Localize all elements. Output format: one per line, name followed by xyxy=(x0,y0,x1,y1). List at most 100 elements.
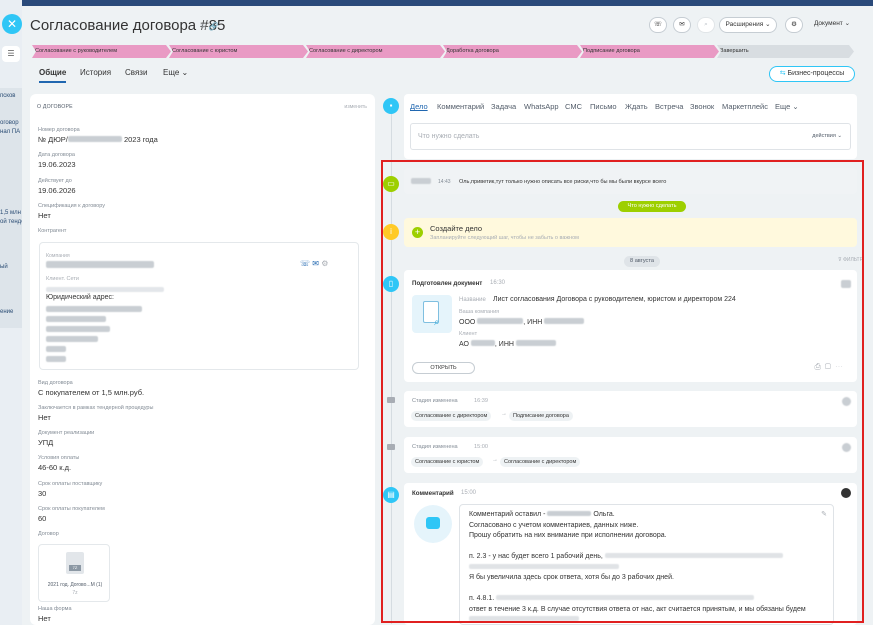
client-label: Клиент. Сети xyxy=(46,276,79,282)
edit-title-icon[interactable]: ✎ 🔗 xyxy=(200,22,219,31)
field-value: С покупателем от 1,5 млн.руб. xyxy=(38,388,145,397)
todo-input[interactable]: Что нужно сделать действия ⌄ xyxy=(410,123,851,150)
background-text: нал ПА xyxy=(0,129,21,135)
attached-file[interactable]: 7Z 2021 год. Догово...М (1) 7z xyxy=(38,544,110,602)
background-text: оговор xyxy=(0,120,19,126)
about-contract-panel: О ДОГОВОРЕ изменить Номер договора № ДЮР… xyxy=(30,94,375,625)
timeline-comment: Комментарий 15:00 ✎ Комментарий оставил … xyxy=(404,483,857,625)
stage-3[interactable]: Согласование с директором xyxy=(306,45,445,58)
editor-tab[interactable]: Еще ⌄ xyxy=(775,102,799,111)
background-text xyxy=(0,155,22,164)
company-inn: , ИНН xyxy=(523,319,545,326)
more-icon[interactable]: ⋯ xyxy=(835,362,847,371)
editor-tab[interactable]: Письмо xyxy=(590,102,617,111)
document-label: Документ xyxy=(813,20,843,27)
header: Согласование договора #85 ✎ 🔗 ☏ ✉ ⌕ Расш… xyxy=(22,6,873,46)
extensions-button[interactable]: Расширения ⌄ xyxy=(719,17,777,33)
call-button[interactable]: ☏ xyxy=(649,17,667,33)
create-task-card[interactable]: + Создайте дело Запланируйте следующий ш… xyxy=(404,218,857,247)
tab-more[interactable]: Еще ⌄ xyxy=(163,68,188,77)
chevron-down-icon: ⌄ xyxy=(181,68,189,77)
document-button[interactable]: Документ ⌄ xyxy=(810,17,854,33)
background-text: ой тенде xyxy=(0,219,22,225)
field-label: Контрагент xyxy=(38,228,67,234)
stage-1[interactable]: Согласование с руководителем xyxy=(32,45,171,58)
editor-tab[interactable]: СМС xyxy=(565,102,582,111)
background-text xyxy=(0,299,22,308)
comment-line: ответ в течение 3 к.д. В случае отсутств… xyxy=(469,605,806,613)
author-avatar xyxy=(842,443,851,452)
create-task-title: Создайте дело xyxy=(430,224,483,233)
extensions-label: Расширения xyxy=(725,21,764,28)
close-slider-button[interactable]: ✕ xyxy=(2,14,22,34)
stage-change-time: 16:39 xyxy=(474,398,488,404)
mail-button[interactable]: ✉ xyxy=(673,17,691,33)
background-text xyxy=(0,245,22,254)
redacted-text xyxy=(67,136,122,142)
comment-body[interactable]: ✎ Комментарий оставил - Ольга. Согласова… xyxy=(459,504,834,625)
tab-general[interactable]: Общие xyxy=(39,68,67,83)
file-badge: 7Z xyxy=(69,565,81,571)
business-processes-button[interactable]: ⇆ Бизнес-процессы xyxy=(769,66,855,82)
file-ext: 7z xyxy=(72,590,78,596)
search-button[interactable]: ⌕ xyxy=(697,17,715,33)
settings-button[interactable]: ⚙ xyxy=(785,17,803,33)
field-label: Заключается в рамках тендерной процедуры xyxy=(38,405,154,411)
print-icon[interactable]: ⎙ xyxy=(815,362,825,371)
open-document-button[interactable]: ОТКРЫТЬ xyxy=(412,362,475,374)
gear-icon: ⚙ xyxy=(791,21,797,28)
mail-icon[interactable]: ✉ xyxy=(312,259,319,268)
stage-to-chip: Подписание договора xyxy=(509,411,573,421)
flow-icon: ⇆ xyxy=(779,70,786,77)
field-label: Документ реализации xyxy=(38,430,95,436)
phone-icon[interactable]: ☏ xyxy=(300,259,310,268)
editor-tab[interactable]: Маркетплейс xyxy=(722,102,768,111)
field-value: Нет xyxy=(38,211,51,220)
editor-tab[interactable]: WhatsApp xyxy=(524,102,559,111)
stage-5[interactable]: Подписание договора xyxy=(580,45,719,58)
settings-icon[interactable]: ⚙ xyxy=(321,259,328,268)
stage-change-icon xyxy=(387,397,395,403)
chevron-down-icon: ⌄ xyxy=(844,20,851,27)
background-text xyxy=(0,137,22,146)
stage-4[interactable]: Доработка договора xyxy=(443,45,582,58)
doc-time: 16:30 xyxy=(490,280,506,286)
section-title: О ДОГОВОРЕ xyxy=(37,104,73,110)
filter-button[interactable]: ⊽ ФИЛЬТР xyxy=(838,257,863,263)
author-avatar xyxy=(841,488,851,498)
company-name[interactable] xyxy=(46,261,154,270)
field-value: 60 xyxy=(38,514,47,523)
editor-tab[interactable]: Звонок xyxy=(690,102,714,111)
filter-label: ФИЛЬТР xyxy=(843,257,863,263)
background-text xyxy=(0,191,22,200)
actions-dropdown[interactable]: действия ⌄ xyxy=(812,133,842,139)
field-value: 46-60 к.д. xyxy=(38,463,72,472)
timeline-stage-change: Стадия изменена 15:00 Согласование с юри… xyxy=(404,437,857,473)
comment-bubble-icon xyxy=(414,505,452,543)
tab-links[interactable]: Связи xyxy=(125,68,147,77)
side-menu-button[interactable]: ☰ xyxy=(2,46,20,62)
editor-tab[interactable]: Встреча xyxy=(655,102,683,111)
background-text: 1,5 млн xyxy=(0,210,21,216)
section-edit-link[interactable]: изменить xyxy=(344,104,367,110)
editor-tab[interactable]: Дело xyxy=(410,102,428,111)
background-text xyxy=(0,101,22,110)
field-value: 30 xyxy=(38,489,47,498)
field-label: Вид договора xyxy=(38,380,73,386)
editor-tab[interactable]: Ждать xyxy=(625,102,648,111)
company-name: ООО xyxy=(459,319,478,326)
copy-icon[interactable]: ▢ xyxy=(825,362,835,371)
contract-number: № ДЮР/ xyxy=(38,135,68,144)
background-text xyxy=(0,272,22,281)
comment-title: Комментарий xyxy=(412,490,454,497)
stage-change-time: 15:00 xyxy=(474,444,488,450)
stage-2[interactable]: Согласование с юристом xyxy=(169,45,308,58)
todo-placeholder: Что нужно сделать xyxy=(418,133,480,140)
archive-icon: 7Z xyxy=(66,552,84,574)
background-text xyxy=(0,200,22,209)
stage-6[interactable]: Завершить xyxy=(717,45,854,58)
editor-tab[interactable]: Комментарий xyxy=(437,102,484,111)
edit-icon[interactable]: ✎ xyxy=(821,510,827,518)
tab-history[interactable]: История xyxy=(80,68,111,77)
editor-tab[interactable]: Задача xyxy=(491,102,516,111)
